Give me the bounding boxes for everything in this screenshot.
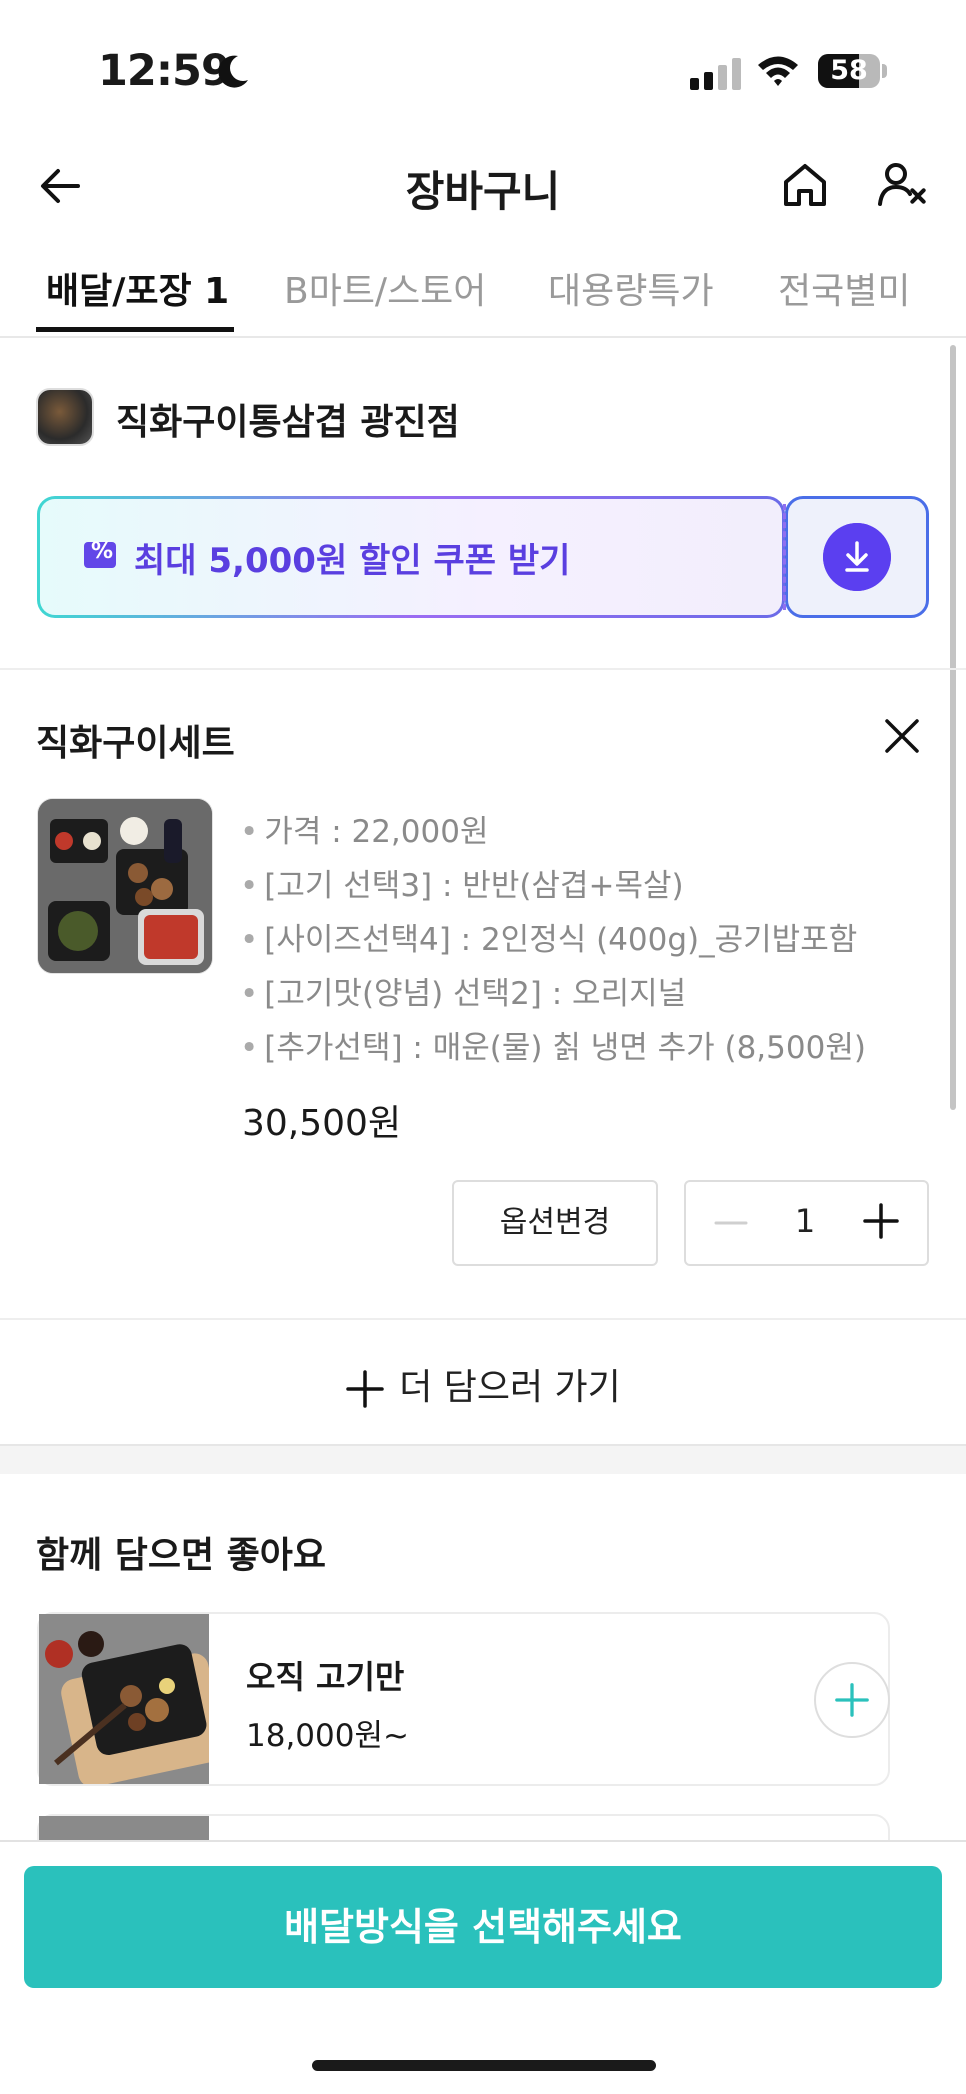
option-line: [사이즈선택4] : 2인정식 (400g)_공기밥포함 [240,914,857,959]
tab-bmart[interactable]: B마트/스토어 [284,262,486,314]
recommend-item-name: 오직 고기만 [246,1658,405,1696]
battery-nub [882,64,887,78]
add-more-button[interactable]: 더 담으러 가기 [0,1358,966,1410]
home-icon[interactable] [780,160,830,210]
item-price: 30,500원 [242,1103,402,1144]
quantity-value: 1 [794,1202,816,1240]
select-delivery-button[interactable]: 배달방식을 선택해주세요 [24,1866,942,1988]
close-icon[interactable] [882,716,922,756]
user-icon[interactable] [876,160,928,210]
section-divider [0,668,966,670]
coupon-label: 최대 5,000원 할인 쿠폰 받기 [134,541,571,581]
signal-icon [690,58,746,90]
item-image [37,798,213,974]
section-gap [0,1444,966,1474]
add-recommend-button[interactable] [814,1662,890,1738]
section-divider [0,1318,966,1320]
recommend-item-image [39,1614,209,1784]
status-time: 12:59 [98,46,231,96]
minus-icon[interactable] [714,1208,748,1238]
battery-level: 58 [830,55,868,86]
moon-icon [218,55,248,88]
home-indicator[interactable] [312,2060,656,2071]
change-option-button[interactable]: 옵션변경 [452,1180,658,1266]
option-line: [추가선택] : 매운(물) 칡 냉면 추가 (8,500원) [240,1022,866,1067]
coupon-divider [783,504,786,610]
add-more-label: 더 담으러 가기 [399,1367,621,1408]
battery-icon: 58 [818,54,880,88]
option-line: 가격 : 22,000원 [240,806,488,851]
scrollbar[interactable] [950,345,956,1110]
store-logo [36,388,94,446]
tab-bulk-deals[interactable]: 대용량특가 [548,262,714,314]
plus-icon[interactable] [862,1202,900,1240]
tab-indicator [36,327,234,332]
recommend-item-price: 18,000원~ [246,1718,409,1754]
wifi-icon [758,56,798,86]
tab-divider [0,336,966,338]
recommend-title: 함께 담으면 좋아요 [36,1535,327,1576]
item-name: 직화구이세트 [36,723,235,764]
tab-delivery[interactable]: 배달/포장 1 [46,262,229,314]
tab-regional[interactable]: 전국별미 [778,262,910,314]
option-line: [고기맛(양념) 선택2] : 오리지널 [240,968,686,1013]
coupon-icon [84,539,116,568]
download-icon[interactable] [823,523,891,591]
store-name[interactable]: 직화구이통삼겹 광진점 [116,393,460,445]
option-line: [고기 선택3] : 반반(삼겹+목살) [240,860,683,905]
plus-icon [346,1370,384,1408]
